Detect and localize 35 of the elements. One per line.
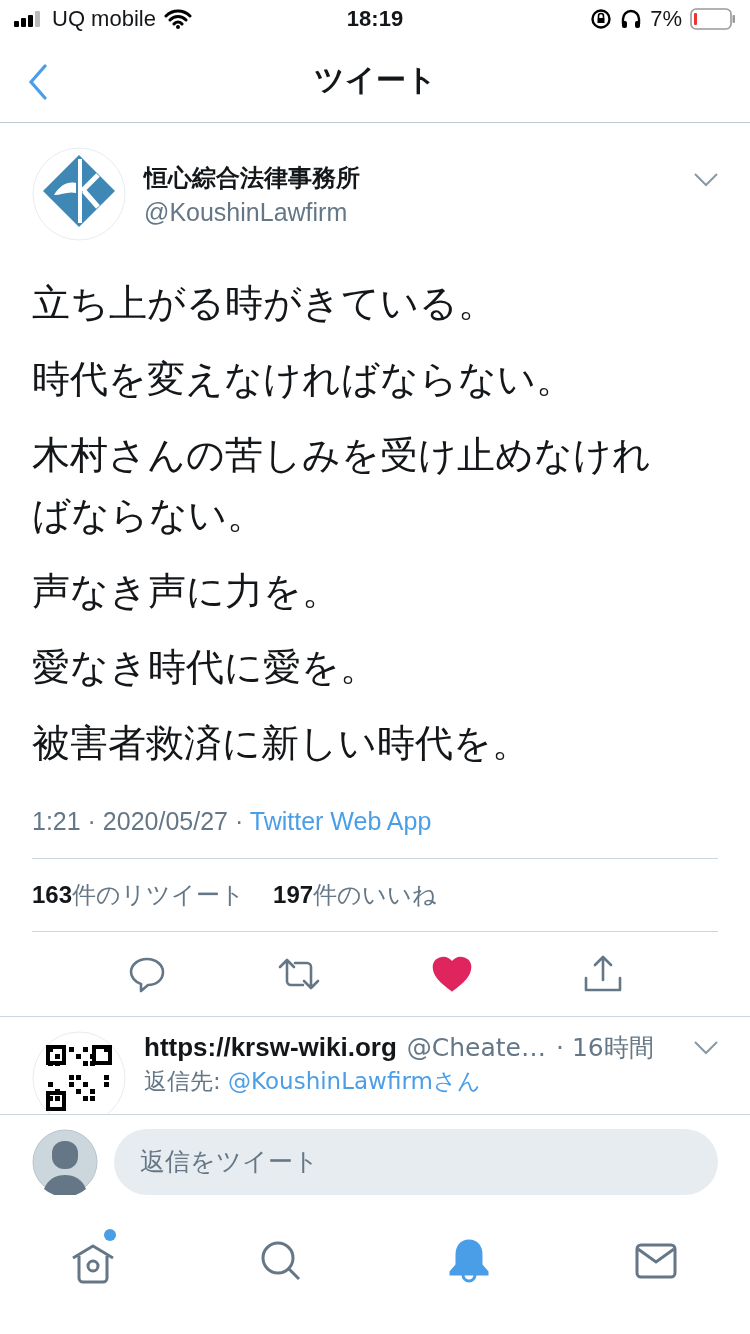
clock: 18:19 [346,6,404,33]
tweet-timestamp: 1:21 · 2020/05/27 · [32,807,245,836]
reply-icon[interactable] [127,955,166,994]
rotation-lock-icon [590,8,613,31]
retweet-count[interactable]: 163件のリツイート [32,879,246,912]
qr-code-icon[interactable] [32,1031,126,1114]
envelope-icon[interactable] [635,1243,678,1280]
tweet-text: 時代を変えなければならない。 [32,356,575,404]
search-icon[interactable] [260,1240,303,1283]
headphones-icon [620,8,643,31]
account-name: 恒心綜合法律事務所 [144,162,360,194]
tweet-text: 木村さんの苦しみを受け止めなければならない。 [32,432,652,540]
bell-icon[interactable] [447,1239,490,1284]
tweet-text: 被害者救済に新しい時代を。 [32,720,531,768]
account-handle: @KoushinLawfirm [144,197,349,227]
reply-author-name: https://krsw-wiki.org [144,1032,397,1064]
wifi-icon [163,9,192,30]
diamond-logo-icon[interactable] [32,147,126,242]
heart-icon[interactable] [431,956,472,993]
chevron-down-icon[interactable] [694,173,718,188]
reply-time: · 16時間 [556,1032,654,1065]
battery-percent: 7% [650,6,682,33]
page-title: ツイート [313,60,437,99]
reply-to-label: 返信先: [144,1068,222,1095]
avatar-icon[interactable] [32,1128,98,1195]
tweet-text: 声なき声に力を。 [32,568,341,616]
carrier-name: UQ mobile [52,6,156,33]
battery-icon [690,8,736,31]
reply-input-field[interactable]: 返信をツイート [114,1128,718,1195]
like-count[interactable]: 197件のいいね [273,879,438,912]
reply-author-handle: @Cheate… [406,1033,546,1063]
tweet-text: 愛なき時代に愛を。 [32,644,379,692]
chevron-down-icon[interactable] [694,1040,718,1055]
tweet-text: 立ち上がる時がきている。 [32,280,497,328]
back-icon[interactable] [28,64,48,101]
